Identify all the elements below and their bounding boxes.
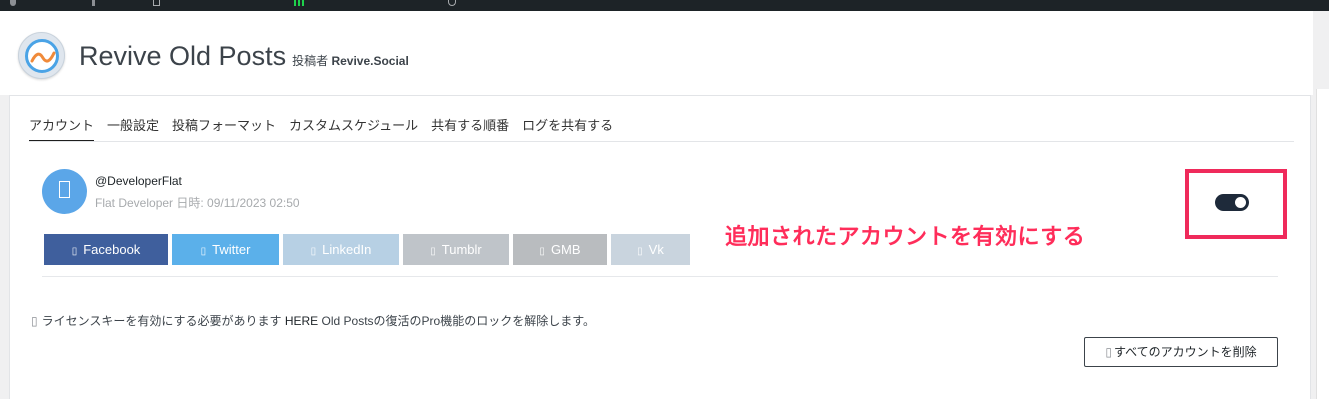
add-facebook-button[interactable]: ▯ Facebook [44, 234, 168, 265]
tab-accounts[interactable]: アカウント [29, 115, 95, 142]
tab-sharing-logs[interactable]: ログを共有する [522, 115, 613, 140]
service-label: Facebook [83, 242, 141, 257]
tumblr-icon: ▯ [430, 246, 436, 257]
tab-custom-schedule[interactable]: カスタムスケジュール [289, 115, 418, 140]
admin-top-bar [0, 0, 1329, 11]
account-meta: Flat Developer 日時: 09/11/2023 02:50 [95, 196, 300, 210]
tab-sharing-order[interactable]: 共有する順番 [431, 115, 509, 140]
account-icon[interactable] [448, 0, 456, 6]
license-link[interactable]: HERE [285, 314, 318, 328]
add-linkedin-button[interactable]: ▯ LinkedIn [283, 234, 399, 265]
account-divider [42, 276, 1278, 277]
settings-tabs: アカウント 一般設定 投稿フォーマット カスタムスケジュール 共有する順番 ログを共有する [29, 115, 626, 142]
add-twitter-button[interactable]: ▯ Twitter [172, 234, 279, 265]
service-label: Twitter [212, 242, 251, 257]
tabs-divider [29, 141, 1294, 142]
remove-all-accounts-button[interactable]: ▯ すべてのアカウントを削除 [1084, 337, 1278, 367]
annotation-label: 追加されたアカウントを有効にする [725, 225, 1086, 250]
service-label: Vk [648, 242, 664, 257]
vk-icon: ▯ [637, 246, 643, 257]
service-label: LinkedIn [322, 242, 372, 257]
page-title: Revive Old Posts 投稿者 Revive.Social [79, 41, 409, 72]
tab-general-settings[interactable]: 一般設定 [107, 115, 159, 140]
menu-icon[interactable] [92, 0, 95, 6]
image-placeholder-icon [59, 181, 70, 198]
facebook-icon: ▯ [71, 246, 78, 257]
author-name: Revive.Social [331, 54, 409, 68]
avatar [42, 169, 87, 214]
add-gmb-button[interactable]: ▯ GMB [513, 234, 607, 265]
plugin-author: 投稿者 Revive.Social [292, 54, 409, 68]
add-tumblr-button[interactable]: ▯ Tumblr [403, 234, 509, 265]
revive-logo-icon [18, 32, 65, 79]
service-label: Tumblr [441, 242, 482, 257]
remove-all-label: すべてのアカウントを削除 [1113, 345, 1257, 359]
add-vk-button[interactable]: ▯ Vk [611, 234, 690, 265]
notice-text-before: ライセンスキーを有効にする必要があります [41, 314, 282, 328]
google-my-business-icon: ▯ [539, 246, 545, 257]
account-enable-toggle[interactable] [1215, 194, 1249, 211]
comments-icon[interactable] [153, 0, 160, 6]
license-notice: ▯ ライセンスキーを有効にする必要があります HERE Old Postsの復活の… [31, 312, 595, 329]
dashboard-icon[interactable] [10, 0, 16, 6]
notice-text-after: Old Postsの復活のPro機能のロックを解除します。 [321, 314, 596, 328]
right-scroll-area [1313, 11, 1329, 399]
toggle-knob [1235, 197, 1246, 208]
account-handle: @DeveloperFlat [95, 174, 182, 188]
activity-icon[interactable] [294, 0, 306, 6]
service-label: GMB [550, 242, 581, 257]
linkedin-icon: ▯ [310, 246, 317, 257]
page-header: Revive Old Posts 投稿者 Revive.Social [0, 11, 1329, 95]
by-prefix: 投稿者 [292, 54, 329, 68]
plugin-name: Revive Old Posts [79, 41, 287, 71]
lock-icon: ▯ [31, 314, 38, 328]
trash-icon: ▯ [1105, 345, 1112, 359]
twitter-icon: ▯ [200, 246, 207, 257]
tab-post-format[interactable]: 投稿フォーマット [172, 115, 276, 140]
